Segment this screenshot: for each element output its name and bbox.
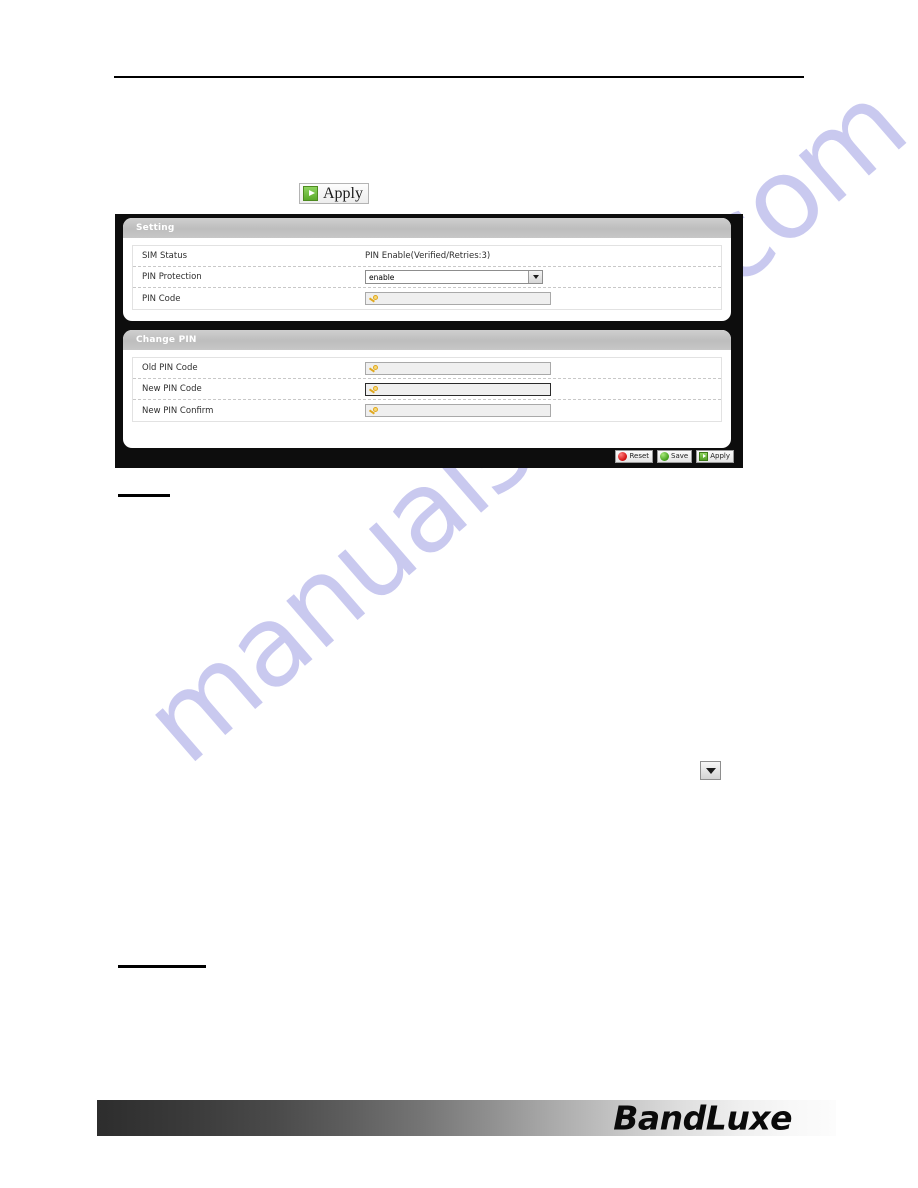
key-icon <box>368 384 379 394</box>
dropdown-arrow-button[interactable] <box>700 761 721 780</box>
sim-status-value: PIN Enable(Verified/Retries:3) <box>365 251 491 261</box>
section-rule-lower <box>118 965 206 968</box>
row-new-pin-confirm: New PIN Confirm <box>133 400 721 421</box>
key-icon <box>368 294 379 304</box>
pin-protection-select[interactable]: enable <box>365 270 543 284</box>
apply-button-illustration[interactable]: Apply <box>299 183 369 204</box>
apply-button-label: Apply <box>323 184 363 202</box>
old-pin-code-label: Old PIN Code <box>142 363 198 373</box>
key-icon <box>368 363 379 373</box>
row-pin-code: PIN Code <box>133 288 721 309</box>
section-rule-upper <box>118 494 170 497</box>
sim-status-label: SIM Status <box>142 251 188 261</box>
setting-panel: Setting SIM Status PIN Enable(Verified/R… <box>123 218 731 321</box>
apply-green-play-icon <box>699 452 709 461</box>
page-header-rule <box>114 76 804 78</box>
change-pin-panel: Change PIN Old PIN Code New PIN Code New… <box>123 330 731 448</box>
router-config-console: Setting SIM Status PIN Enable(Verified/R… <box>115 214 743 468</box>
apply-button[interactable]: Apply <box>696 450 734 463</box>
pin-protection-label: PIN Protection <box>142 272 202 282</box>
save-button-label: Save <box>671 452 689 460</box>
footer-gradient-bar: BandLuxe <box>97 1098 836 1138</box>
pin-protection-selected-value: enable <box>369 272 395 282</box>
setting-panel-body: SIM Status PIN Enable(Verified/Retries:3… <box>123 238 731 317</box>
change-pin-panel-header: Change PIN <box>123 330 731 350</box>
chevron-down-icon <box>705 767 716 774</box>
old-pin-code-input[interactable] <box>365 361 551 375</box>
new-pin-confirm-label: New PIN Confirm <box>142 405 214 416</box>
reset-button[interactable]: Reset <box>615 450 654 463</box>
new-pin-code-label: New PIN Code <box>142 384 202 394</box>
change-pin-rows: Old PIN Code New PIN Code New PIN Confir… <box>132 357 722 422</box>
watermark-overlay: manualshive.com <box>0 0 918 1188</box>
key-icon <box>368 406 379 416</box>
pin-code-input[interactable] <box>365 292 551 305</box>
bandluxe-logo: BandLuxe <box>613 1098 792 1138</box>
chevron-down-icon[interactable] <box>528 271 542 283</box>
apply-green-play-icon <box>303 186 318 201</box>
change-pin-panel-title: Change PIN <box>136 335 197 345</box>
row-new-pin-code: New PIN Code <box>133 379 721 400</box>
reset-button-label: Reset <box>629 452 650 460</box>
console-action-bar: Reset Save Apply <box>615 450 734 463</box>
save-green-icon <box>660 452 670 461</box>
save-button[interactable]: Save <box>657 450 693 463</box>
new-pin-code-input[interactable] <box>365 382 551 396</box>
new-pin-confirm-input[interactable] <box>365 404 551 417</box>
row-sim-status: SIM Status PIN Enable(Verified/Retries:3… <box>133 246 721 267</box>
change-pin-panel-body: Old PIN Code New PIN Code New PIN Confir… <box>123 350 731 429</box>
apply-button-label: Apply <box>710 452 730 460</box>
setting-rows: SIM Status PIN Enable(Verified/Retries:3… <box>132 245 722 310</box>
row-pin-protection: PIN Protection enable <box>133 267 721 288</box>
reset-red-icon <box>618 452 628 461</box>
row-old-pin-code: Old PIN Code <box>133 358 721 379</box>
pin-code-label: PIN Code <box>142 293 181 304</box>
setting-panel-title: Setting <box>136 223 175 233</box>
setting-panel-header: Setting <box>123 218 731 238</box>
